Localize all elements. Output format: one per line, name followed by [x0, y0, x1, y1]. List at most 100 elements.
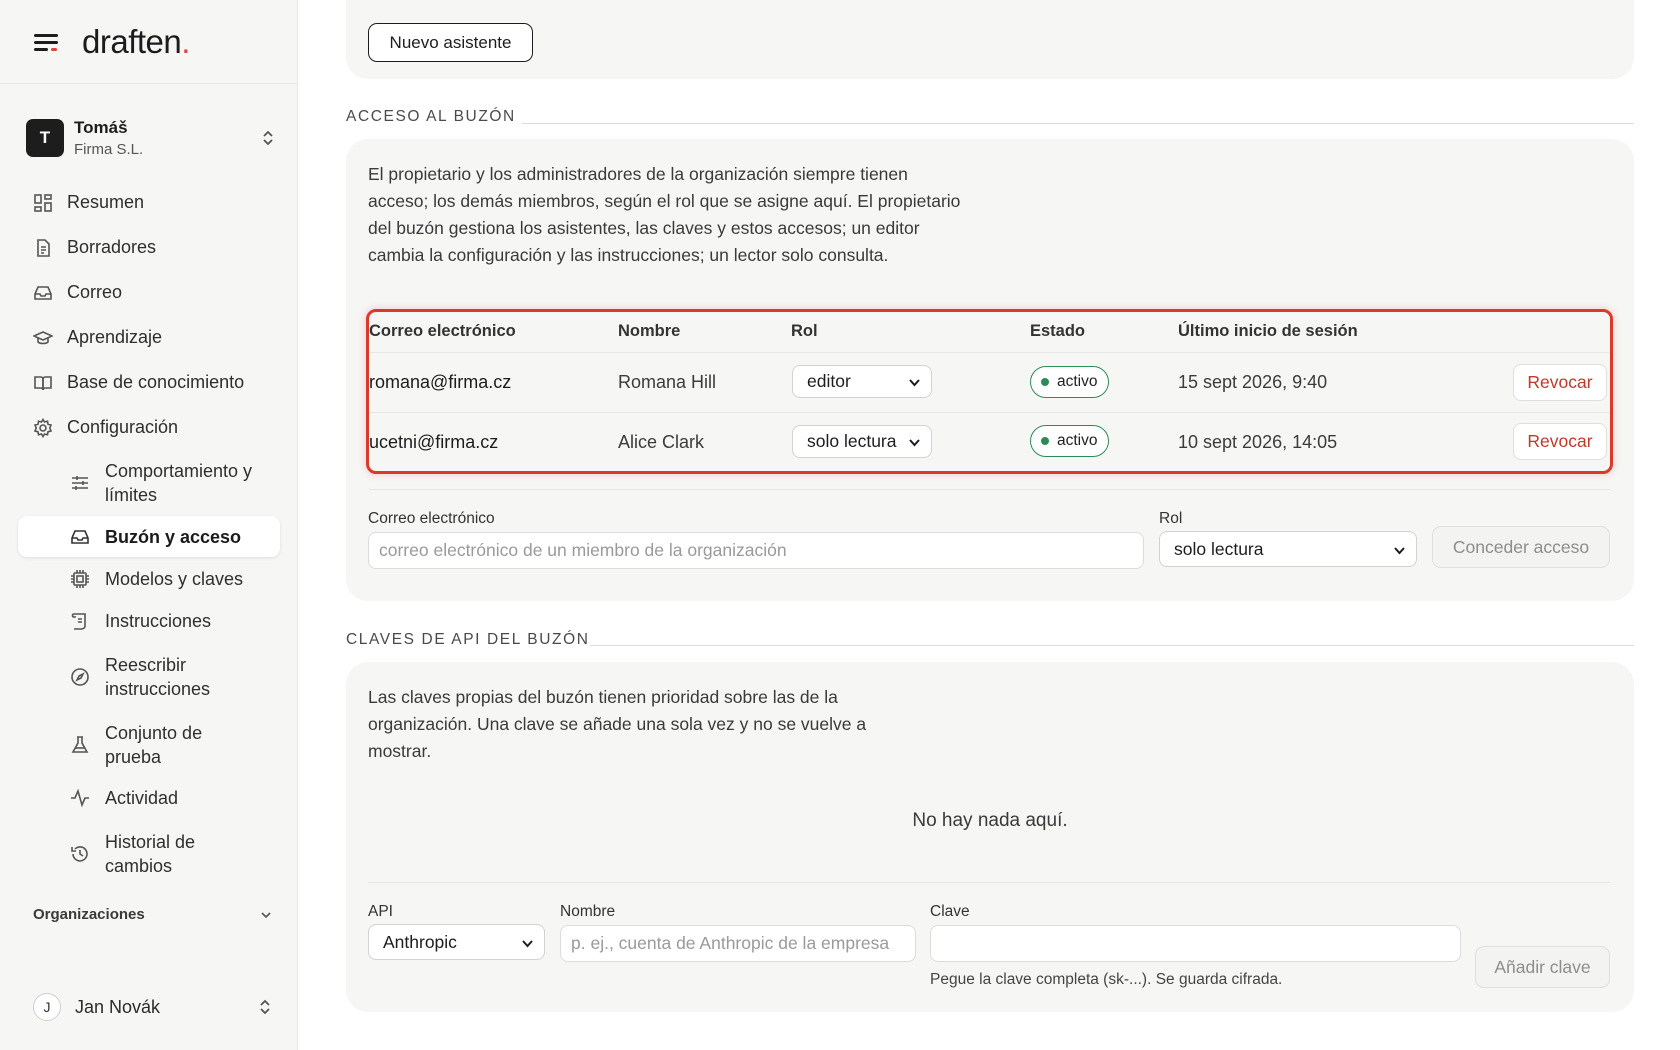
sidebar: draften. T Tomáš Firma S.L. Resumen Borr…	[0, 0, 298, 1050]
revoke-button[interactable]: Revocar	[1513, 423, 1607, 460]
nav-item-base-conocimiento[interactable]: Base de conocimiento	[0, 360, 298, 405]
api-provider-select[interactable]: Anthropic	[368, 924, 545, 960]
organizations-label: Organizaciones	[33, 906, 145, 923]
grant-role-select[interactable]: solo lectura	[1159, 531, 1417, 567]
status-dot	[1041, 378, 1049, 386]
sub-item-label: Actividad	[105, 788, 179, 808]
user-menu[interactable]: J Jan Novák	[33, 993, 273, 1021]
role-select[interactable]: solo lectura	[792, 425, 932, 458]
sub-item-modelos-claves[interactable]: Modelos y claves	[18, 560, 280, 598]
sub-item-actividad[interactable]: Actividad	[18, 779, 280, 817]
section-title-access: ACCESO AL BUZÓN	[346, 108, 516, 125]
member-email-input[interactable]: correo electrónico de un miembro de la o…	[368, 532, 1144, 569]
col-header-name: Nombre	[618, 322, 681, 340]
chevron-down-icon	[521, 937, 534, 950]
nav-item-aprendizaje[interactable]: Aprendizaje	[0, 315, 298, 360]
nav-item-borradores[interactable]: Borradores	[0, 225, 298, 270]
nav-item-configuracion[interactable]: Configuración	[0, 405, 298, 450]
key-name-input[interactable]: p. ej., cuenta de Anthropic de la empres…	[560, 925, 916, 962]
inbox-icon	[33, 283, 53, 303]
sub-item-label: Historial de cambios	[105, 832, 196, 876]
account-org: Firma S.L.	[74, 141, 144, 158]
api-provider-value: Anthropic	[383, 931, 457, 952]
key-name-label: Nombre	[560, 903, 616, 920]
book-icon	[33, 373, 53, 393]
role-select-value: solo lectura	[807, 431, 897, 451]
sub-item-buzon-acceso[interactable]: Buzón y acceso	[18, 516, 280, 557]
gear-icon	[33, 417, 53, 438]
graduation-cap-icon	[33, 328, 53, 348]
logo[interactable]: draften.	[82, 23, 190, 61]
col-header-role: Rol	[791, 322, 818, 340]
inbox-icon	[70, 527, 90, 547]
form-divider	[368, 882, 1610, 883]
status-label: activo	[1057, 373, 1098, 390]
logo-text: draften	[82, 22, 182, 60]
key-hint: Pegue la clave completa (sk-...). Se gua…	[930, 971, 1283, 988]
section-title-keys: CLAVES DE API DEL BUZÓN	[346, 631, 590, 648]
status-label: activo	[1057, 432, 1098, 449]
row-email: romana@firma.cz	[369, 372, 512, 392]
chevron-down-icon	[1393, 544, 1406, 557]
chevron-up-down-icon	[260, 128, 276, 148]
scroll-icon	[70, 611, 90, 631]
chevron-up-down-icon	[257, 997, 273, 1017]
role-select-value: editor	[807, 371, 851, 391]
nav-item-resumen[interactable]: Resumen	[0, 180, 298, 225]
sub-item-comportamiento[interactable]: Comportamiento y límites	[18, 458, 280, 508]
role-select[interactable]: editor	[792, 365, 932, 398]
main-nav: Resumen Borradores Correo Aprendizaje Ba…	[0, 180, 298, 450]
row-email: ucetni@firma.cz	[369, 432, 499, 452]
role-label: Rol	[1159, 510, 1183, 527]
history-icon	[70, 844, 90, 864]
col-header-email: Correo electrónico	[369, 322, 516, 340]
revoke-button[interactable]: Revocar	[1513, 364, 1607, 401]
new-assistant-button[interactable]: Nuevo asistente	[368, 23, 533, 62]
sub-item-label: Modelos y claves	[105, 569, 244, 589]
flask-icon	[70, 735, 90, 755]
nav-item-label: Correo	[67, 282, 123, 302]
add-key-button[interactable]: Añadir clave	[1475, 946, 1610, 988]
user-avatar: J	[33, 993, 61, 1021]
sub-item-label: Instrucciones	[105, 611, 212, 631]
account-avatar: T	[26, 119, 64, 157]
sub-item-conjunto-prueba[interactable]: Conjunto de prueba	[18, 719, 280, 771]
organizations-toggle[interactable]: Organizaciones	[33, 906, 273, 923]
account-name: Tomáš	[74, 118, 128, 137]
section-divider	[522, 123, 1634, 124]
status-badge: activo	[1030, 366, 1109, 398]
status-badge: activo	[1030, 425, 1109, 457]
document-icon	[33, 238, 53, 258]
menu-icon[interactable]	[32, 31, 60, 53]
row-name: Alice Clark	[618, 432, 705, 452]
compass-icon	[70, 667, 90, 687]
nav-item-label: Resumen	[67, 192, 145, 212]
row-last-login: 15 sept 2026, 9:40	[1178, 372, 1328, 392]
sub-item-label: Comportamiento y límites	[105, 461, 253, 505]
row-name: Romana Hill	[618, 372, 717, 392]
nav-item-correo[interactable]: Correo	[0, 270, 298, 315]
empty-state: No hay nada aquí.	[912, 810, 1068, 831]
keys-description: Las claves propias del buzón tienen prio…	[368, 687, 867, 761]
nav-item-label: Borradores	[67, 237, 157, 257]
row-last-login: 10 sept 2026, 14:05	[1178, 432, 1338, 452]
row-divider	[369, 352, 1610, 353]
sub-item-label: Conjunto de prueba	[105, 723, 203, 767]
logo-dot: .	[181, 22, 190, 60]
members-table	[366, 309, 1613, 474]
sub-item-instrucciones[interactable]: Instrucciones	[18, 602, 280, 640]
grid-icon	[33, 193, 53, 213]
sub-item-historial[interactable]: Historial de cambios	[18, 828, 280, 880]
sub-item-label: Buzón y acceso	[105, 526, 242, 547]
grant-access-button[interactable]: Conceder acceso	[1432, 526, 1610, 568]
nav-item-label: Configuración	[67, 417, 179, 437]
api-key-input[interactable]	[930, 925, 1461, 962]
account-switcher[interactable]: T Tomáš Firma S.L.	[26, 116, 276, 160]
access-description: El propietario y los administradores de …	[368, 164, 961, 265]
sub-item-reescribir[interactable]: Reescribir instrucciones	[18, 651, 280, 703]
nav-item-label: Base de conocimiento	[67, 372, 245, 392]
status-dot	[1041, 437, 1049, 445]
api-label: API	[368, 903, 393, 920]
chevron-down-icon	[908, 376, 921, 389]
assistants-card	[346, 0, 1634, 79]
